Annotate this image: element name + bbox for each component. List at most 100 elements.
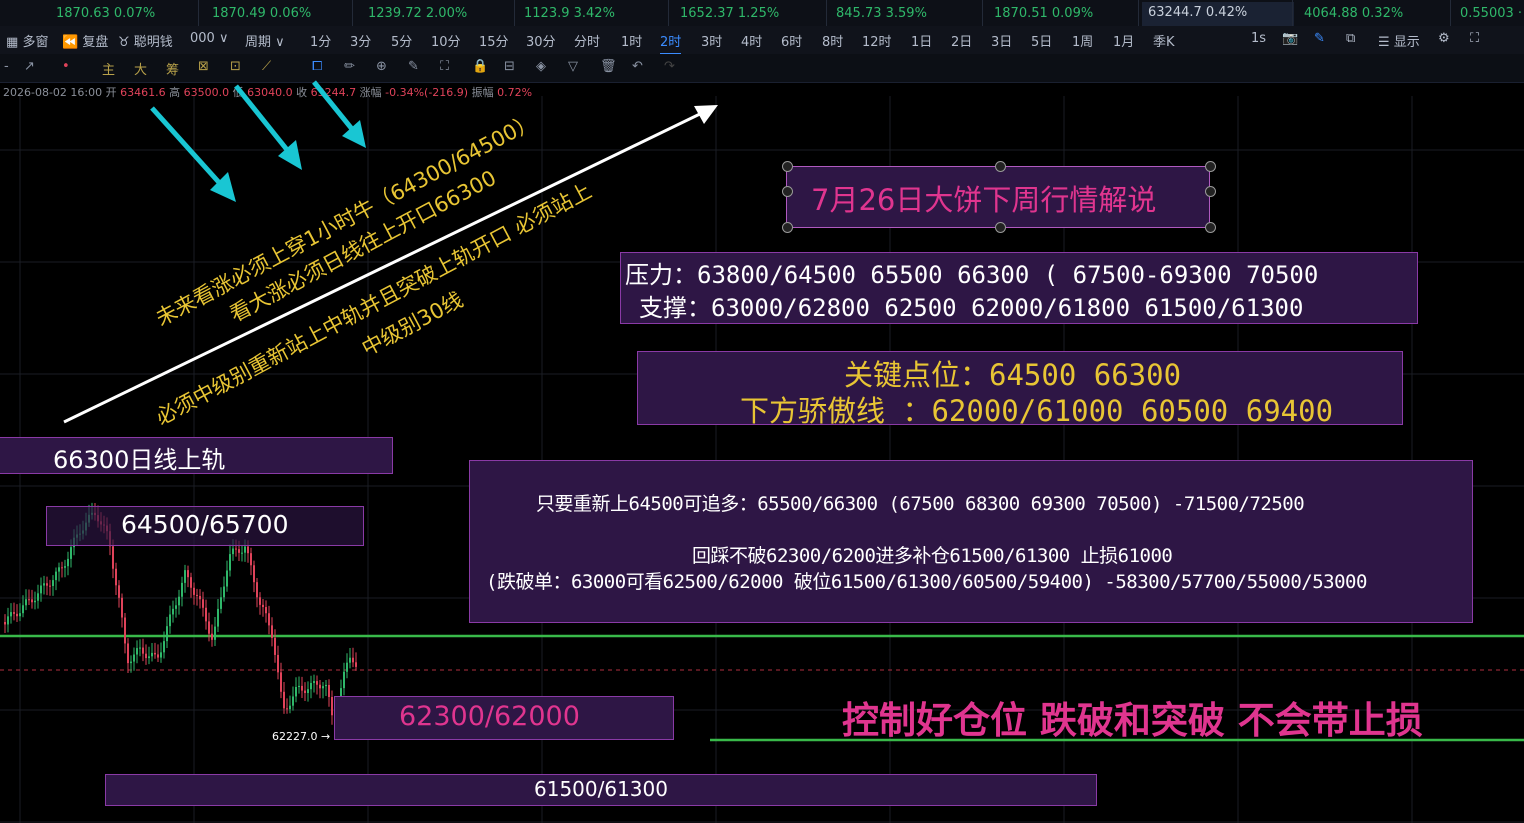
zone-61500-box[interactable]: 61500/61300 (105, 774, 1097, 806)
candle-body (310, 682, 312, 690)
breakdown-plan: (跌破单：63000可看62500/62000 破位61500/61300/60… (486, 571, 1367, 593)
candle-body (265, 607, 267, 614)
candle-body (136, 648, 138, 655)
candle-body (7, 616, 9, 625)
candle-body (319, 684, 321, 689)
zone-64500-box[interactable]: 64500/65700 (46, 506, 364, 546)
candle-body (325, 684, 327, 687)
candle-body (118, 585, 120, 598)
candle-body (151, 652, 153, 657)
key-levels-box[interactable]: 关键点位：64500 66300 下方骄傲线 ：62000/61000 6050… (637, 351, 1403, 428)
candle-body (130, 661, 132, 664)
resize-handle[interactable] (782, 186, 793, 197)
cyan-arrow-3 (312, 80, 358, 136)
candle-body (169, 614, 171, 627)
candle-body (124, 617, 126, 644)
trading-plan-box[interactable]: 只要重新上64500可追多：65500/66300 (67500 68300 6… (469, 460, 1473, 623)
candle-body (34, 600, 36, 603)
candle-body (67, 558, 69, 567)
zone-64500-label: 64500/65700 (121, 510, 289, 539)
candle-body (184, 570, 186, 583)
candle-body (10, 612, 12, 617)
candle-body (229, 554, 231, 571)
candle-body (250, 553, 252, 566)
support-levels: 支撑：63000/62800 62500 62000/61800 61500/6… (639, 294, 1304, 322)
candle-body (223, 586, 225, 598)
candle-body (49, 585, 51, 587)
candle-body (214, 626, 216, 640)
resize-handle[interactable] (1205, 222, 1216, 233)
cyan-arrows (150, 80, 366, 202)
resize-handle[interactable] (995, 222, 1006, 233)
candle-body (112, 546, 114, 569)
candle-body (160, 652, 162, 658)
zone-62300-box[interactable]: 62300/62000 (334, 696, 674, 740)
daily-upper-band-box[interactable]: 66300日线上轨 (0, 437, 393, 474)
candle-body (235, 548, 237, 550)
candle-body (220, 597, 222, 609)
analysis-title: 7月26日大饼下周行情解说 (811, 183, 1157, 217)
candle-body (271, 625, 273, 638)
candle-body (196, 594, 198, 596)
candle-body (283, 691, 285, 709)
candle-body (145, 653, 147, 659)
candle-body (25, 599, 27, 606)
resize-handle[interactable] (782, 222, 793, 233)
pressure-levels: 压力：63800/64500 65500 66300 ( 67500-69300… (625, 261, 1319, 289)
candle-body (202, 599, 204, 608)
candle-body (31, 599, 33, 603)
candle-body (70, 547, 72, 559)
resize-handle[interactable] (782, 161, 793, 172)
candle-body (247, 546, 249, 554)
candle-body (211, 633, 213, 640)
candle-body (205, 607, 207, 622)
candle-body (28, 599, 30, 601)
candle-body (181, 582, 183, 597)
candle-body (304, 690, 306, 693)
candle-body (355, 662, 357, 667)
candle-body (286, 708, 288, 710)
candle-body (352, 657, 354, 663)
candle-body (346, 662, 348, 672)
candle-body (316, 681, 318, 685)
candle-body (133, 654, 135, 662)
candle-body (190, 577, 192, 588)
trend-arrow-line (63, 110, 705, 424)
candle-body (349, 657, 351, 663)
candle-body (115, 568, 117, 586)
candle-body (43, 583, 45, 586)
candle-body (139, 647, 141, 649)
candle-body (259, 597, 261, 605)
candle-body (292, 696, 294, 706)
pressure-support-box[interactable]: 压力：63800/64500 65500 66300 ( 67500-69300… (620, 252, 1418, 324)
zone-61500-label: 61500/61300 (534, 777, 668, 801)
candle-body (64, 566, 66, 568)
bull-plan: 只要重新上64500可追多：65500/66300 (67500 68300 6… (536, 493, 1305, 515)
candle-body (187, 570, 189, 578)
candle-body (46, 583, 48, 586)
resize-handle[interactable] (1205, 161, 1216, 172)
resize-handle[interactable] (1205, 186, 1216, 197)
candle-body (37, 593, 39, 601)
candle-body (40, 585, 42, 594)
candle-body (148, 656, 150, 659)
candle-body (208, 621, 210, 634)
candle-body (52, 580, 54, 586)
candle-body (298, 685, 300, 687)
candle-body (217, 608, 219, 627)
candle-body (199, 595, 201, 600)
arrogance-line-levels: 下方骄傲线 ：62000/61000 60500 69400 (740, 394, 1334, 428)
candle-body (172, 608, 174, 615)
resize-handle[interactable] (995, 161, 1006, 172)
candle-body (4, 622, 6, 625)
candle-body (193, 587, 195, 595)
candle-body (166, 626, 168, 642)
candle-body (13, 612, 15, 614)
title-box[interactable]: 7月26日大饼下周行情解说 (786, 166, 1210, 228)
candle-body (331, 697, 333, 716)
candle-body (127, 643, 129, 664)
position-warning: 控制好仓位 跌破和突破 不会带止损 (842, 699, 1423, 742)
candle-body (61, 567, 63, 569)
candle-body (178, 596, 180, 606)
candle-body (55, 571, 57, 581)
